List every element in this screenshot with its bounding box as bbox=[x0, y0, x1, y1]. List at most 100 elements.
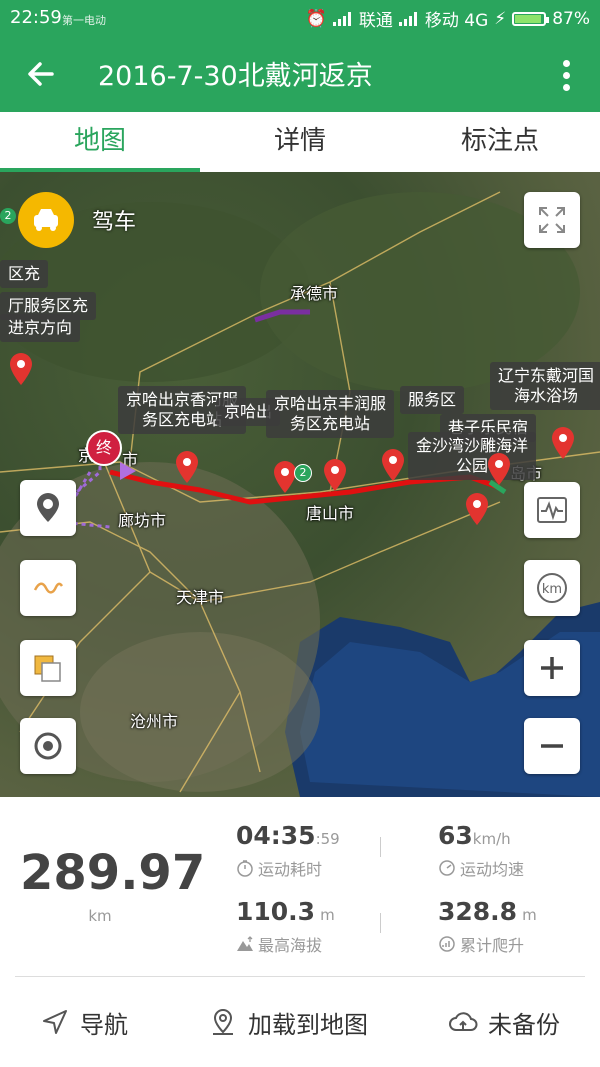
km-marker-button[interactable]: km bbox=[524, 560, 580, 616]
avg-speed-unit: km/h bbox=[472, 830, 511, 848]
location-marker-button[interactable] bbox=[20, 480, 76, 536]
map-pin-icon[interactable] bbox=[380, 448, 406, 482]
climb-value: 328.8 bbox=[438, 897, 518, 926]
backup-label: 未备份 bbox=[488, 1010, 560, 1039]
backup-button[interactable]: 未备份 bbox=[448, 1005, 560, 1040]
pulse-chart-button[interactable] bbox=[524, 482, 580, 538]
battery-percent: 87% bbox=[552, 8, 590, 29]
climb-label: 累计爬升 bbox=[460, 936, 525, 955]
tab-details[interactable]: 详情 bbox=[200, 112, 400, 172]
max-altitude-value: 110.3 bbox=[236, 897, 316, 926]
map-callout[interactable]: 区充 bbox=[0, 260, 49, 288]
alarm-icon: ⏰ bbox=[305, 8, 327, 29]
navigate-label: 导航 bbox=[80, 1010, 128, 1039]
zoom-in-button[interactable] bbox=[524, 640, 580, 696]
car-icon bbox=[18, 192, 74, 248]
signal-icon bbox=[398, 11, 419, 26]
drive-mode-label: 驾车 bbox=[92, 210, 137, 235]
battery-icon bbox=[512, 11, 550, 26]
climb-stat: 328.8 m 累计爬升 bbox=[438, 897, 537, 956]
route-line-button[interactable] bbox=[20, 560, 76, 616]
map-pin-icon[interactable] bbox=[486, 452, 512, 486]
carrier-2: 移动 4G bbox=[424, 11, 489, 31]
map-pin-icon[interactable] bbox=[322, 458, 348, 492]
bottom-actions: 导航 加载到地图 未备份 bbox=[0, 977, 600, 1067]
navigation-arrow-icon bbox=[43, 1010, 67, 1034]
svg-text:km: km bbox=[542, 582, 562, 597]
count-badge: 2 bbox=[0, 208, 16, 224]
city-label: 沧州市 bbox=[130, 712, 179, 731]
max-altitude-stat: 110.3 m 最高海拔 bbox=[236, 897, 335, 956]
city-label: 廊坊市 bbox=[118, 511, 167, 530]
map-callout[interactable]: 服务区 bbox=[400, 386, 465, 414]
drive-mode[interactable]: 驾车 bbox=[18, 192, 136, 248]
wave-line-icon bbox=[33, 582, 64, 594]
location-pin-icon bbox=[213, 1009, 233, 1035]
status-watermark: 第一电动 bbox=[62, 14, 106, 27]
city-label: 承德市 bbox=[290, 284, 339, 303]
city-label: 天津市 bbox=[176, 588, 225, 607]
distance-block: 289.97 km bbox=[20, 845, 206, 925]
fullscreen-button[interactable] bbox=[524, 192, 580, 248]
avg-speed-label: 运动均速 bbox=[460, 860, 525, 879]
map-pin-icon[interactable] bbox=[174, 450, 200, 484]
duration-stat: 04:35:59 运动耗时 bbox=[236, 821, 340, 880]
layers-icon bbox=[34, 655, 61, 682]
back-button[interactable] bbox=[22, 54, 62, 94]
tab-markers[interactable]: 标注点 bbox=[400, 112, 600, 172]
count-badge: 2 bbox=[294, 464, 312, 482]
divider bbox=[380, 913, 381, 933]
map-callout[interactable]: 辽宁东戴河国 海水浴场 bbox=[490, 362, 600, 410]
duration-label: 运动耗时 bbox=[258, 860, 323, 879]
tab-bar: 地图 详情 标注点 bbox=[0, 112, 600, 173]
expand-icon bbox=[539, 207, 565, 233]
climb-unit: m bbox=[522, 906, 537, 924]
trip-stats: 289.97 km 04:35:59 运动耗时 63km/h 运动均速 110.… bbox=[0, 797, 600, 977]
km-icon: km bbox=[537, 573, 567, 603]
app-bar: 2016-7-30北戴河返京 bbox=[0, 34, 600, 112]
target-icon bbox=[34, 732, 62, 760]
duration-seconds: :59 bbox=[315, 830, 340, 848]
distance-value: 289.97 bbox=[20, 845, 206, 901]
speedometer-icon bbox=[439, 860, 455, 876]
map-callout[interactable]: 进京方向 bbox=[0, 314, 81, 342]
map-pin-icon[interactable] bbox=[550, 426, 576, 460]
map-callout[interactable]: 金沙湾沙雕海洋 公园 bbox=[408, 432, 537, 480]
load-to-map-button[interactable]: 加载到地图 bbox=[208, 1005, 368, 1040]
direction-arrow-icon bbox=[120, 462, 136, 480]
minus-icon bbox=[541, 744, 563, 748]
map-layers-button[interactable] bbox=[20, 640, 76, 696]
signal-icon bbox=[332, 11, 353, 26]
carrier-1: 联通 bbox=[358, 11, 393, 31]
map-view[interactable]: 驾车 承德市 廊坊市 天津市 唐山市 沧州市 京 市 岛市 区充 厅服务区充 进… bbox=[0, 172, 600, 797]
cloud-upload-icon bbox=[449, 1012, 478, 1031]
duration-value: 04:35 bbox=[236, 821, 316, 850]
status-right: ⏰ 联通 移动 4G ⚡ 87% bbox=[305, 6, 590, 32]
zoom-out-button[interactable] bbox=[524, 718, 580, 774]
city-label: 唐山市 bbox=[306, 504, 355, 523]
locate-me-button[interactable] bbox=[20, 718, 76, 774]
page-title: 2016-7-30北戴河返京 bbox=[98, 61, 373, 92]
mountain-icon bbox=[237, 936, 253, 951]
avg-speed-stat: 63km/h 运动均速 bbox=[438, 821, 524, 880]
max-altitude-unit: m bbox=[320, 906, 335, 924]
plus-icon bbox=[541, 657, 563, 679]
load-to-map-label: 加载到地图 bbox=[248, 1010, 368, 1039]
map-pin-outline-icon bbox=[37, 493, 59, 522]
tab-map[interactable]: 地图 bbox=[0, 112, 200, 172]
navigate-button[interactable]: 导航 bbox=[40, 1005, 128, 1040]
end-marker[interactable]: 终 bbox=[86, 430, 122, 466]
map-callout[interactable]: 京哈出京丰润服 务区充电站 bbox=[266, 390, 395, 438]
map-pin-icon[interactable] bbox=[8, 352, 34, 386]
status-time: 22:59 bbox=[10, 7, 62, 28]
more-menu-button[interactable] bbox=[560, 56, 572, 96]
max-altitude-label: 最高海拔 bbox=[258, 936, 323, 955]
status-bar: 22:59 第一电动 ⏰ 联通 移动 4G ⚡ 87% bbox=[0, 0, 600, 34]
avg-speed-value: 63 bbox=[438, 821, 473, 850]
map-pin-icon[interactable] bbox=[464, 492, 490, 526]
divider bbox=[380, 837, 381, 857]
climb-chart-icon bbox=[439, 936, 455, 952]
distance-unit: km bbox=[88, 907, 112, 925]
stopwatch-icon bbox=[237, 860, 253, 877]
arrow-left-icon bbox=[28, 62, 54, 86]
